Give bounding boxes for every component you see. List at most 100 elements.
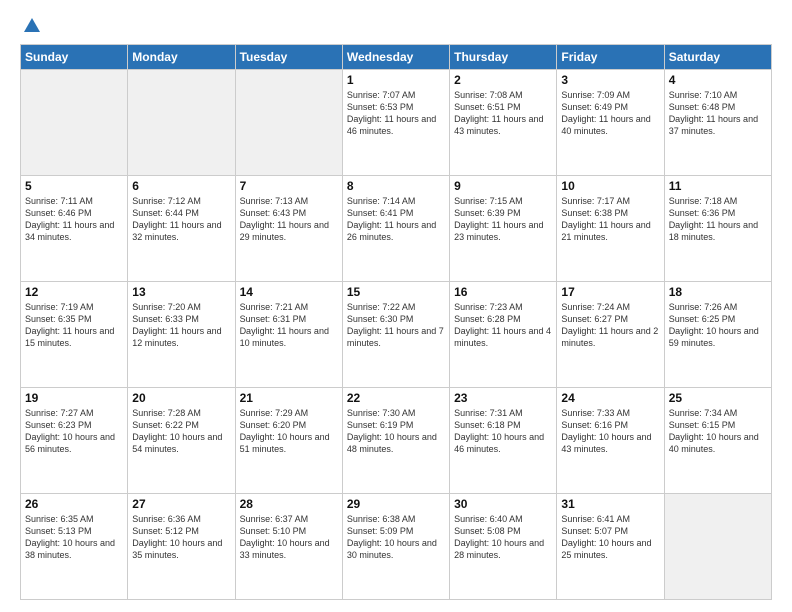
calendar-cell: 23 Sunrise: 7:31 AM Sunset: 6:18 PM Dayli… bbox=[450, 388, 557, 494]
logo bbox=[20, 16, 42, 36]
day-number: 31 bbox=[561, 497, 659, 511]
calendar-cell: 10 Sunrise: 7:17 AM Sunset: 6:38 PM Dayli… bbox=[557, 176, 664, 282]
calendar-cell: 31 Sunrise: 6:41 AM Sunset: 5:07 PM Dayli… bbox=[557, 494, 664, 600]
day-info: Sunrise: 7:27 AM Sunset: 6:23 PM Dayligh… bbox=[25, 407, 123, 456]
calendar: SundayMondayTuesdayWednesdayThursdayFrid… bbox=[20, 44, 772, 600]
day-number: 19 bbox=[25, 391, 123, 405]
day-info: Sunrise: 7:23 AM Sunset: 6:28 PM Dayligh… bbox=[454, 301, 552, 350]
day-number: 9 bbox=[454, 179, 552, 193]
day-number: 3 bbox=[561, 73, 659, 87]
day-number: 22 bbox=[347, 391, 445, 405]
day-info: Sunrise: 6:38 AM Sunset: 5:09 PM Dayligh… bbox=[347, 513, 445, 562]
day-info: Sunrise: 7:14 AM Sunset: 6:41 PM Dayligh… bbox=[347, 195, 445, 244]
calendar-cell: 28Sunrise: 6:37 AM Sunset: 5:10 PM Dayli… bbox=[235, 494, 342, 600]
calendar-week-1: 5 Sunrise: 7:11 AM Sunset: 6:46 PM Daylig… bbox=[21, 176, 772, 282]
day-number: 21 bbox=[240, 391, 338, 405]
logo-icon bbox=[22, 16, 42, 36]
day-info: Sunrise: 7:20 AM Sunset: 6:33 PM Dayligh… bbox=[132, 301, 230, 350]
calendar-header-row: SundayMondayTuesdayWednesdayThursdayFrid… bbox=[21, 45, 772, 70]
calendar-cell: 9 Sunrise: 7:15 AM Sunset: 6:39 PM Daylig… bbox=[450, 176, 557, 282]
calendar-cell: 15Sunrise: 7:22 AM Sunset: 6:30 PM Dayli… bbox=[342, 282, 449, 388]
day-info: Sunrise: 6:41 AM Sunset: 5:07 PM Dayligh… bbox=[561, 513, 659, 562]
day-info: Sunrise: 7:30 AM Sunset: 6:19 PM Dayligh… bbox=[347, 407, 445, 456]
day-info: Sunrise: 7:31 AM Sunset: 6:18 PM Dayligh… bbox=[454, 407, 552, 456]
day-header-saturday: Saturday bbox=[664, 45, 771, 70]
calendar-week-4: 26 Sunrise: 6:35 AM Sunset: 5:13 PM Dayli… bbox=[21, 494, 772, 600]
day-info: Sunrise: 7:33 AM Sunset: 6:16 PM Dayligh… bbox=[561, 407, 659, 456]
day-number: 20 bbox=[132, 391, 230, 405]
calendar-cell bbox=[128, 70, 235, 176]
day-number: 25 bbox=[669, 391, 767, 405]
day-number: 23 bbox=[454, 391, 552, 405]
calendar-cell: 2 Sunrise: 7:08 AM Sunset: 6:51 PM Daylig… bbox=[450, 70, 557, 176]
day-number: 11 bbox=[669, 179, 767, 193]
day-header-friday: Friday bbox=[557, 45, 664, 70]
day-header-monday: Monday bbox=[128, 45, 235, 70]
day-info: Sunrise: 7:07 AM Sunset: 6:53 PM Dayligh… bbox=[347, 89, 445, 138]
day-info: Sunrise: 7:19 AM Sunset: 6:35 PM Dayligh… bbox=[25, 301, 123, 350]
calendar-cell: 29 Sunrise: 6:38 AM Sunset: 5:09 PM Dayli… bbox=[342, 494, 449, 600]
day-info: Sunrise: 7:10 AM Sunset: 6:48 PM Dayligh… bbox=[669, 89, 767, 138]
calendar-cell: 11Sunrise: 7:18 AM Sunset: 6:36 PM Dayli… bbox=[664, 176, 771, 282]
day-number: 28 bbox=[240, 497, 338, 511]
calendar-cell: 26 Sunrise: 6:35 AM Sunset: 5:13 PM Dayli… bbox=[21, 494, 128, 600]
calendar-cell bbox=[664, 494, 771, 600]
day-number: 29 bbox=[347, 497, 445, 511]
calendar-cell: 4 Sunrise: 7:10 AM Sunset: 6:48 PM Daylig… bbox=[664, 70, 771, 176]
day-number: 7 bbox=[240, 179, 338, 193]
calendar-cell: 6 Sunrise: 7:12 AM Sunset: 6:44 PM Daylig… bbox=[128, 176, 235, 282]
day-info: Sunrise: 7:29 AM Sunset: 6:20 PM Dayligh… bbox=[240, 407, 338, 456]
day-info: Sunrise: 7:21 AM Sunset: 6:31 PM Dayligh… bbox=[240, 301, 338, 350]
day-number: 4 bbox=[669, 73, 767, 87]
day-info: Sunrise: 7:17 AM Sunset: 6:38 PM Dayligh… bbox=[561, 195, 659, 244]
calendar-cell: 19 Sunrise: 7:27 AM Sunset: 6:23 PM Dayli… bbox=[21, 388, 128, 494]
day-number: 14 bbox=[240, 285, 338, 299]
calendar-cell: 18 Sunrise: 7:26 AM Sunset: 6:25 PM Dayli… bbox=[664, 282, 771, 388]
day-number: 1 bbox=[347, 73, 445, 87]
calendar-cell: 13 Sunrise: 7:20 AM Sunset: 6:33 PM Dayli… bbox=[128, 282, 235, 388]
day-info: Sunrise: 7:34 AM Sunset: 6:15 PM Dayligh… bbox=[669, 407, 767, 456]
day-header-tuesday: Tuesday bbox=[235, 45, 342, 70]
day-number: 30 bbox=[454, 497, 552, 511]
day-info: Sunrise: 7:28 AM Sunset: 6:22 PM Dayligh… bbox=[132, 407, 230, 456]
calendar-cell: 30 Sunrise: 6:40 AM Sunset: 5:08 PM Dayli… bbox=[450, 494, 557, 600]
day-number: 16 bbox=[454, 285, 552, 299]
calendar-cell: 8Sunrise: 7:14 AM Sunset: 6:41 PM Daylig… bbox=[342, 176, 449, 282]
day-info: Sunrise: 7:08 AM Sunset: 6:51 PM Dayligh… bbox=[454, 89, 552, 138]
day-info: Sunrise: 7:12 AM Sunset: 6:44 PM Dayligh… bbox=[132, 195, 230, 244]
day-number: 24 bbox=[561, 391, 659, 405]
calendar-week-2: 12 Sunrise: 7:19 AM Sunset: 6:35 PM Dayli… bbox=[21, 282, 772, 388]
day-number: 10 bbox=[561, 179, 659, 193]
day-number: 13 bbox=[132, 285, 230, 299]
calendar-cell: 20 Sunrise: 7:28 AM Sunset: 6:22 PM Dayli… bbox=[128, 388, 235, 494]
day-info: Sunrise: 6:35 AM Sunset: 5:13 PM Dayligh… bbox=[25, 513, 123, 562]
day-info: Sunrise: 7:09 AM Sunset: 6:49 PM Dayligh… bbox=[561, 89, 659, 138]
calendar-cell: 22 Sunrise: 7:30 AM Sunset: 6:19 PM Dayli… bbox=[342, 388, 449, 494]
calendar-cell: 25 Sunrise: 7:34 AM Sunset: 6:15 PM Dayli… bbox=[664, 388, 771, 494]
day-header-sunday: Sunday bbox=[21, 45, 128, 70]
calendar-cell: 5 Sunrise: 7:11 AM Sunset: 6:46 PM Daylig… bbox=[21, 176, 128, 282]
calendar-cell: 21 Sunrise: 7:29 AM Sunset: 6:20 PM Dayli… bbox=[235, 388, 342, 494]
day-number: 15 bbox=[347, 285, 445, 299]
calendar-cell: 12 Sunrise: 7:19 AM Sunset: 6:35 PM Dayli… bbox=[21, 282, 128, 388]
calendar-cell bbox=[235, 70, 342, 176]
day-number: 26 bbox=[25, 497, 123, 511]
day-number: 18 bbox=[669, 285, 767, 299]
page: SundayMondayTuesdayWednesdayThursdayFrid… bbox=[0, 0, 792, 612]
day-info: Sunrise: 6:40 AM Sunset: 5:08 PM Dayligh… bbox=[454, 513, 552, 562]
day-number: 2 bbox=[454, 73, 552, 87]
day-info: Sunrise: 7:24 AM Sunset: 6:27 PM Dayligh… bbox=[561, 301, 659, 350]
calendar-cell: 27Sunrise: 6:36 AM Sunset: 5:12 PM Dayli… bbox=[128, 494, 235, 600]
calendar-cell: 14 Sunrise: 7:21 AM Sunset: 6:31 PM Dayli… bbox=[235, 282, 342, 388]
day-number: 6 bbox=[132, 179, 230, 193]
header bbox=[20, 16, 772, 36]
calendar-cell: 7Sunrise: 7:13 AM Sunset: 6:43 PM Daylig… bbox=[235, 176, 342, 282]
day-number: 12 bbox=[25, 285, 123, 299]
calendar-cell: 16 Sunrise: 7:23 AM Sunset: 6:28 PM Dayli… bbox=[450, 282, 557, 388]
day-info: Sunrise: 7:26 AM Sunset: 6:25 PM Dayligh… bbox=[669, 301, 767, 350]
calendar-cell: 24 Sunrise: 7:33 AM Sunset: 6:16 PM Dayli… bbox=[557, 388, 664, 494]
day-header-wednesday: Wednesday bbox=[342, 45, 449, 70]
day-number: 5 bbox=[25, 179, 123, 193]
day-info: Sunrise: 7:11 AM Sunset: 6:46 PM Dayligh… bbox=[25, 195, 123, 244]
day-info: Sunrise: 7:15 AM Sunset: 6:39 PM Dayligh… bbox=[454, 195, 552, 244]
